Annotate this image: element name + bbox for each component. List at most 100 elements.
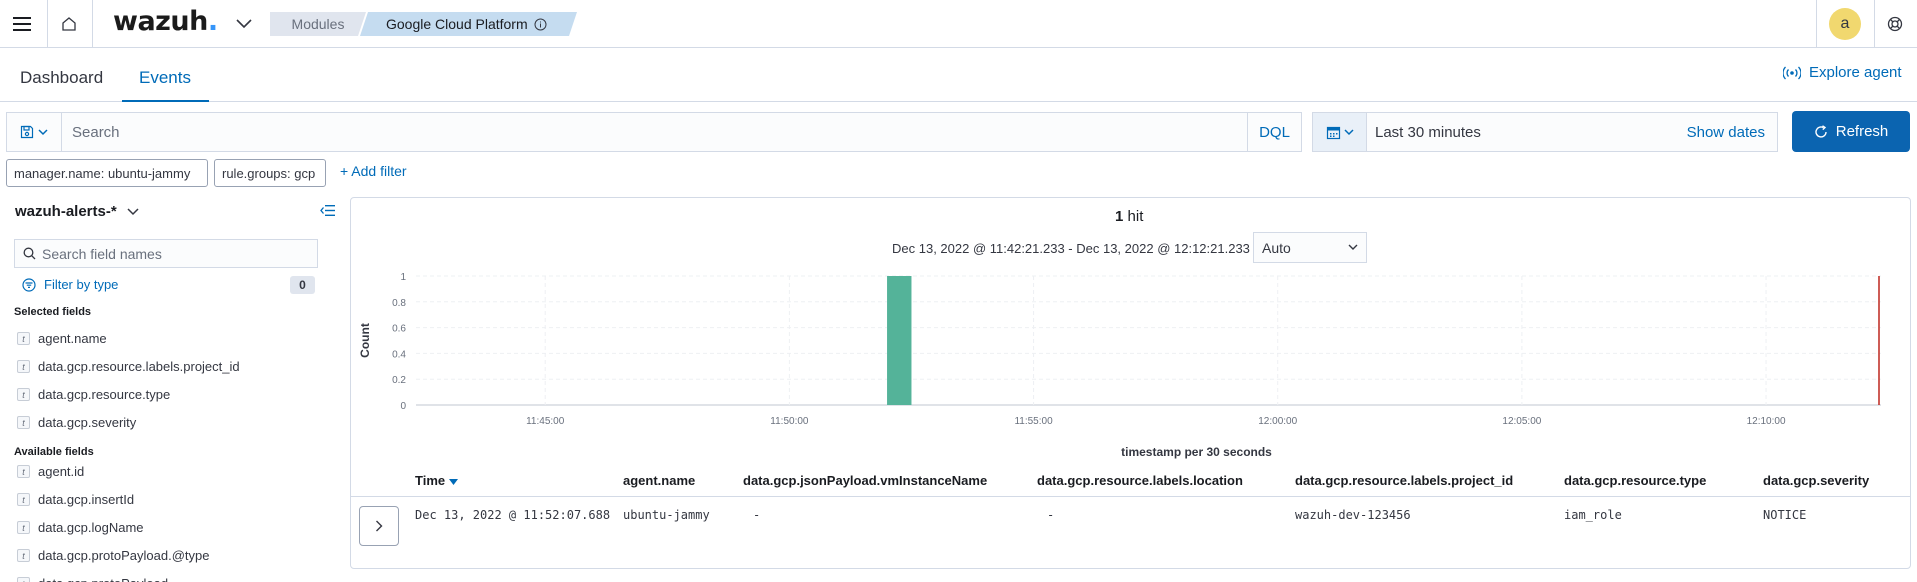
string-type-icon: t	[17, 388, 30, 401]
y-tick-label: 0.6	[392, 324, 406, 335]
field-name: data.gcp.resource.type	[38, 387, 171, 402]
query-language-toggle[interactable]: DQL	[1247, 113, 1301, 151]
string-type-icon: t	[17, 465, 30, 478]
x-tick-label: 11:50:00	[770, 416, 809, 427]
field-search-input[interactable]	[36, 245, 296, 262]
home-icon[interactable]	[53, 8, 85, 40]
y-axis-label: Count	[358, 323, 372, 358]
expand-row-button[interactable]	[359, 506, 399, 546]
column-header-label: agent.name	[623, 473, 696, 488]
date-picker: Last 30 minutes Show dates	[1312, 112, 1778, 152]
explore-agent-button[interactable]: Explore agent	[1783, 64, 1902, 81]
refresh-icon	[1815, 124, 1827, 138]
broadcast-icon	[1783, 66, 1801, 79]
chevron-down-icon	[38, 128, 48, 135]
selected-field-item[interactable]: t agent.name	[17, 331, 107, 346]
sort-desc-icon[interactable]	[449, 479, 459, 485]
chevron-down-icon	[1343, 128, 1354, 135]
y-tick-label: 0	[400, 401, 406, 412]
search-input[interactable]	[62, 113, 1247, 151]
selected-field-item[interactable]: t data.gcp.severity	[17, 415, 136, 430]
column-header[interactable]: agent.name	[623, 473, 695, 488]
histogram-time-range: Dec 13, 2022 @ 11:42:21.233 - Dec 13, 20…	[892, 241, 1250, 256]
chevron-down-icon	[1348, 244, 1358, 250]
string-type-icon: t	[17, 416, 30, 429]
field-name: data.gcp.insertId	[38, 492, 135, 507]
add-filter-button[interactable]: + Add filter	[340, 163, 407, 179]
available-field-item[interactable]: t data.gcp.logName	[17, 520, 144, 535]
column-header-label: data.gcp.resource.labels.project_id	[1295, 473, 1514, 488]
column-header-label: data.gcp.severity	[1763, 473, 1870, 488]
table-cell: -	[1047, 508, 1055, 522]
selected-field-item[interactable]: t data.gcp.resource.type	[17, 387, 170, 402]
module-tabs: Dashboard Events Explore agent	[0, 48, 1917, 102]
string-type-icon: t	[17, 577, 30, 582]
chevron-down-icon[interactable]	[228, 8, 260, 40]
column-header-label: Time	[415, 473, 446, 488]
column-header[interactable]: data.gcp.jsonPayload.vmInstanceName	[743, 473, 987, 488]
saved-queries-button[interactable]	[7, 113, 62, 151]
x-tick-label: 11:55:00	[1014, 416, 1053, 427]
index-pattern-selector[interactable]: wazuh-alerts-*	[15, 203, 139, 220]
tab-events[interactable]: Events	[139, 68, 191, 88]
wazuh-logo[interactable]: wazuh.	[113, 6, 218, 37]
filter-count-badge: 0	[290, 276, 315, 294]
available-fields-title: Available fields	[14, 446, 94, 458]
field-search	[14, 239, 318, 268]
search-icon	[23, 247, 36, 260]
tab-dashboard[interactable]: Dashboard	[20, 68, 103, 88]
column-header[interactable]: data.gcp.resource.labels.project_id	[1295, 473, 1513, 488]
chevron-right-icon	[376, 520, 383, 532]
y-tick-label: 0.8	[392, 298, 406, 309]
calendar-icon	[1326, 126, 1340, 139]
histogram-bar	[887, 276, 912, 405]
filter-icon	[22, 277, 36, 292]
field-name: data.gcp.protoPayload	[38, 576, 168, 582]
save-icon	[20, 125, 34, 139]
field-name: data.gcp.protoPayload.@type	[38, 548, 210, 563]
string-type-icon: t	[17, 360, 30, 373]
selected-fields-title: Selected fields	[14, 306, 92, 318]
explore-agent-label: Explore agent	[1809, 64, 1902, 81]
refresh-button[interactable]: Refresh	[1792, 111, 1910, 152]
quick-select-button[interactable]	[1313, 113, 1367, 151]
x-tick-label: 12:05:00	[1502, 416, 1541, 427]
available-field-item[interactable]: t agent.id	[17, 464, 84, 479]
collapse-sidebar-icon[interactable]	[320, 204, 335, 220]
breadcrumb-modules[interactable]: Modules	[270, 12, 366, 36]
interval-value: Auto	[1262, 239, 1291, 256]
help-icon[interactable]	[1879, 8, 1911, 40]
filter-pill-rule-groups[interactable]: rule.groups: gcp	[214, 159, 326, 187]
column-header[interactable]: data.gcp.resource.type	[1564, 473, 1706, 488]
menu-icon[interactable]	[6, 8, 38, 40]
field-name: data.gcp.severity	[38, 415, 137, 430]
string-type-icon: t	[17, 549, 30, 562]
interval-select[interactable]: Auto	[1253, 232, 1367, 263]
hits-label: hit	[1127, 208, 1144, 225]
column-header[interactable]: data.gcp.resource.labels.location	[1037, 473, 1243, 488]
available-field-item[interactable]: t data.gcp.protoPayload.@type	[17, 548, 209, 563]
available-field-item[interactable]: t data.gcp.insertId	[17, 492, 134, 507]
x-axis-label: timestamp per 30 seconds	[1121, 445, 1272, 459]
date-range-text[interactable]: Last 30 minutes	[1367, 124, 1687, 141]
table-cell: iam_role	[1564, 508, 1622, 522]
table-cell: Dec 13, 2022 @ 11:52:07.688	[415, 508, 611, 522]
field-name: agent.id	[38, 464, 85, 479]
column-header[interactable]: Time	[415, 473, 459, 488]
active-tab-indicator	[122, 100, 209, 102]
column-header-label: data.gcp.resource.type	[1564, 473, 1707, 488]
show-dates-link[interactable]: Show dates	[1687, 124, 1777, 141]
breadcrumb-label: Google Cloud Platform	[386, 16, 528, 32]
breadcrumb-google-cloud-platform[interactable]: Google Cloud Platform	[360, 12, 577, 36]
field-name: agent.name	[38, 331, 107, 346]
table-cell: -	[753, 508, 761, 522]
filter-by-type-button[interactable]: Filter by type	[22, 277, 118, 292]
user-avatar[interactable]: a	[1829, 8, 1861, 40]
field-name: data.gcp.logName	[38, 520, 144, 535]
selected-field-item[interactable]: t data.gcp.resource.labels.project_id	[17, 359, 240, 374]
available-field-item[interactable]: t data.gcp.protoPayload	[17, 576, 168, 582]
column-header[interactable]: data.gcp.severity	[1763, 473, 1869, 488]
filter-pill-manager-name[interactable]: manager.name: ubuntu-jammy	[6, 159, 208, 187]
chevron-down-icon	[127, 207, 139, 215]
top-navigation-bar: wazuh. Modules Google Cloud Platform a	[0, 0, 1917, 48]
